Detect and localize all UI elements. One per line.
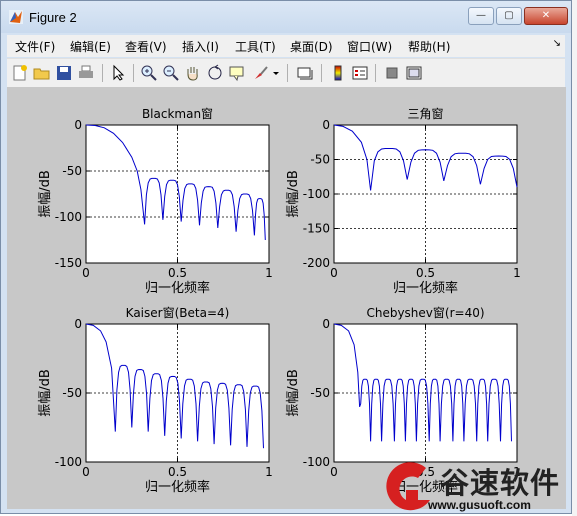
dock-arrow-icon[interactable]: ↘: [553, 38, 561, 49]
subplot-title: Chebyshev窗(r=40): [366, 306, 484, 320]
y-axis-label: 振幅/dB: [286, 170, 301, 218]
menu-help[interactable]: 帮助(H): [408, 38, 450, 55]
y-tick-label: -100: [303, 455, 330, 469]
zoom-in-icon[interactable]: [140, 64, 158, 82]
y-tick-label: -200: [303, 256, 330, 270]
x-tick-label: 0: [82, 465, 90, 479]
y-axis-label: 振幅/dB: [286, 369, 301, 417]
y-tick-label: -50: [62, 164, 82, 178]
watermark-text: 谷速软件: [440, 466, 561, 500]
figure-toolbar: [7, 58, 565, 88]
toolbar-separator: [102, 64, 103, 82]
save-disk-icon[interactable]: [55, 64, 73, 82]
x-tick-label: 1: [265, 266, 273, 280]
pan-hand-icon[interactable]: [184, 64, 202, 82]
menu-bar: 文件(F) 编辑(E) 查看(V) 插入(I) 工具(T) 桌面(D) 窗口(W…: [7, 35, 565, 57]
x-tick-label: 0.5: [416, 266, 435, 280]
menu-desktop[interactable]: 桌面(D): [290, 38, 333, 55]
subplot-title: Blackman窗: [142, 107, 213, 121]
y-tick-label: -50: [310, 386, 330, 400]
brush-dropdown-icon[interactable]: [271, 64, 281, 82]
x-tick-label: 0.5: [168, 465, 187, 479]
x-tick-label: 0: [82, 266, 90, 280]
link-plot-icon[interactable]: [296, 64, 314, 82]
toolbar-separator: [375, 64, 376, 82]
menu-window[interactable]: 窗口(W): [347, 38, 392, 55]
data-cursor-icon[interactable]: [228, 64, 246, 82]
x-axis-label: 归一化频率: [145, 280, 210, 296]
show-plot-tools-icon[interactable]: [405, 64, 423, 82]
close-button[interactable]: ✕: [524, 7, 568, 25]
colorbar-icon[interactable]: [329, 64, 347, 82]
x-tick-label: 1: [513, 266, 521, 280]
y-tick-label: 0: [74, 118, 82, 132]
watermark: 谷速软件 www.gusuoft.com: [378, 458, 577, 516]
x-tick-label: 1: [265, 465, 273, 479]
toolbar-separator: [287, 64, 288, 82]
x-tick-label: 0.5: [168, 266, 187, 280]
x-axis-label: 归一化频率: [145, 479, 210, 495]
subplot-canvas[interactable]: 0-50-100-1500 0.5 1Blackman窗归一化频率振幅/dB0-50…: [7, 87, 566, 509]
brush-icon[interactable]: [252, 64, 270, 82]
y-tick-label: -150: [55, 256, 82, 270]
open-folder-icon[interactable]: [33, 64, 51, 82]
x-tick-label: 0: [330, 465, 338, 479]
menu-edit[interactable]: 编辑(E): [70, 38, 111, 55]
legend-icon[interactable]: [351, 64, 369, 82]
y-tick-label: 0: [322, 317, 330, 331]
y-tick-label: -150: [303, 222, 330, 236]
window-title: Figure 2: [29, 10, 77, 25]
y-tick-label: 0: [322, 118, 330, 132]
pointer-arrow-icon[interactable]: [109, 64, 127, 82]
subplot-title: Kaiser窗(Beta=4): [126, 306, 230, 320]
y-tick-label: 0: [74, 317, 82, 331]
menu-file[interactable]: 文件(F): [15, 38, 55, 55]
hide-plot-tools-icon[interactable]: [383, 64, 401, 82]
x-axis-label: 归一化频率: [393, 280, 458, 296]
toolbar-separator: [321, 64, 322, 82]
y-tick-label: -50: [310, 153, 330, 167]
y-axis-label: 振幅/dB: [38, 170, 53, 218]
y-tick-label: -100: [303, 187, 330, 201]
watermark-url: www.gusuoft.com: [428, 498, 531, 512]
background-strip: [572, 0, 577, 516]
matlab-app-icon: [9, 10, 23, 24]
y-tick-label: -100: [55, 210, 82, 224]
menu-insert[interactable]: 插入(I): [182, 38, 219, 55]
toolbar-separator: [133, 64, 134, 82]
figure-canvas[interactable]: 0 -50 -100 -150 0 0.5 1 Blackman窗 归一化频率 振幅/dB 0 -50…: [7, 87, 566, 509]
y-tick-label: -50: [62, 386, 82, 400]
maximize-button[interactable]: ▢: [496, 7, 522, 25]
figure-window: Figure 2 — ▢ ✕ 文件(F) 编辑(E) 查看(V) 插入(I) 工…: [0, 0, 572, 514]
minimize-button[interactable]: —: [468, 7, 494, 25]
rotate-3d-icon[interactable]: [206, 64, 224, 82]
menu-tools[interactable]: 工具(T): [235, 38, 276, 55]
subplot-title: 三角窗: [407, 107, 443, 121]
menu-view[interactable]: 查看(V): [125, 38, 167, 55]
new-figure-icon[interactable]: [11, 64, 29, 82]
title-bar[interactable]: Figure 2 — ▢ ✕: [1, 1, 571, 33]
x-tick-label: 0: [330, 266, 338, 280]
y-tick-label: -100: [55, 455, 82, 469]
y-axis-label: 振幅/dB: [38, 369, 53, 417]
zoom-out-icon[interactable]: [162, 64, 180, 82]
print-icon[interactable]: [77, 64, 95, 82]
